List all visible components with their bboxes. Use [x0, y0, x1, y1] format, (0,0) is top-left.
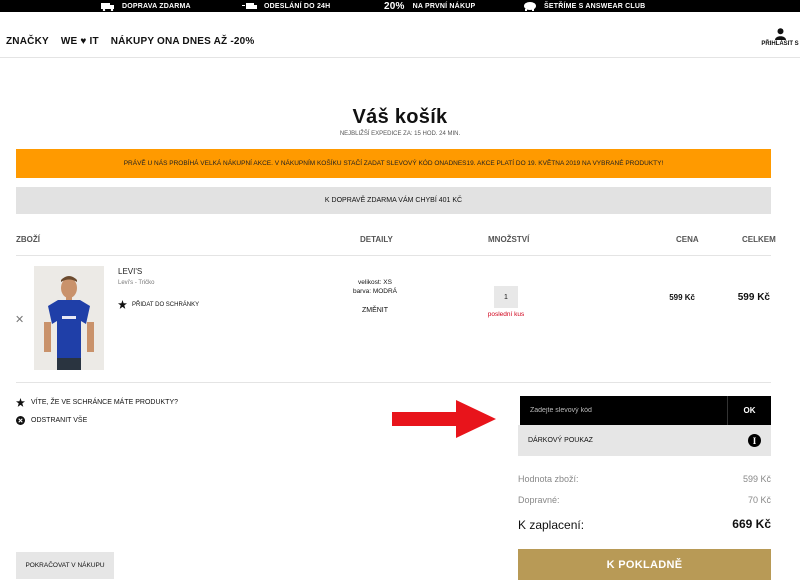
coupon-input[interactable]	[518, 396, 727, 425]
fast-truck-icon	[242, 3, 257, 9]
dispatch-label: Nejbližší expedice za:	[339, 131, 413, 137]
nav-item-brands[interactable]: Značky	[6, 36, 49, 47]
shipping-value: 70 Kč	[747, 495, 771, 505]
remove-item-icon[interactable]: ✕	[15, 313, 24, 326]
checkout-button[interactable]: K pokladně	[518, 549, 771, 580]
total-to-pay-label: K zaplacení:	[518, 518, 585, 532]
gift-voucher-toggle[interactable]: Dárkový poukaz i	[518, 425, 771, 456]
remove-all-button[interactable]: Odstranit vše	[16, 416, 87, 425]
promo-free-shipping: Doprava zdarma	[100, 0, 191, 12]
gift-voucher-label: Dárkový poukaz	[528, 437, 593, 444]
add-to-wishlist-button[interactable]: Přidat do schránky	[118, 300, 199, 309]
dispatch-info: Nejbližší expedice za: 15 hod. 24 min.	[0, 131, 800, 137]
coupon-form: OK	[518, 396, 771, 425]
add-to-wishlist-label: Přidat do schránky	[132, 301, 200, 308]
info-icon[interactable]: i	[748, 434, 761, 447]
piggy-bank-icon	[524, 2, 536, 11]
promo-answear-club: Šetříme s Answear Club	[522, 0, 645, 12]
close-circle-icon	[16, 416, 25, 425]
product-details: velikost: XS barva: MODRÁ	[340, 278, 410, 296]
user-icon	[774, 28, 786, 40]
site-header: Značky We ♥ it Nákupy ona dnes až -20% P…	[0, 12, 800, 58]
continue-shopping-button[interactable]: Pokračovat v nákupu	[16, 552, 114, 579]
wishlist-info-link[interactable]: Víte, že ve schránce máte produkty?	[16, 398, 178, 407]
wishlist-info-label: Víte, že ve schránce máte produkty?	[31, 399, 179, 406]
nav-item-sale[interactable]: Nákupy ona dnes až -20%	[111, 36, 255, 47]
nav-item-we-love-it[interactable]: We ♥ it	[61, 36, 99, 47]
divider	[16, 382, 771, 383]
column-header-details: Detaily	[360, 235, 393, 244]
product-photo	[34, 266, 104, 370]
dispatch-value: 15 hod. 24 min.	[414, 131, 461, 137]
divider	[16, 255, 771, 256]
main-nav: Značky We ♥ it Nákupy ona dnes až -20%	[6, 36, 254, 47]
goods-value: 599 Kč	[742, 474, 771, 484]
item-total: 599 Kč	[737, 292, 770, 303]
column-header-item: Zboží	[16, 235, 40, 244]
column-header-price: Cena	[676, 235, 699, 244]
product-brand[interactable]: LEVI'S	[118, 267, 142, 276]
promo-top-bar: Doprava zdarma Odeslání do 24h 20% na pr…	[0, 0, 800, 12]
product-image[interactable]	[34, 266, 104, 370]
login-button[interactable]: Přihlásit s	[760, 28, 800, 47]
product-size: velikost: XS	[358, 279, 392, 286]
page-title: Váš košík	[352, 106, 448, 128]
product-name[interactable]: Levi's - Tričko	[118, 280, 155, 286]
remove-all-label: Odstranit vše	[31, 417, 88, 424]
promo-banner: Právě u nás probíhá velká nákupní akce. …	[16, 149, 771, 178]
column-header-quantity: Množství	[488, 235, 530, 244]
truck-icon	[101, 3, 114, 11]
arrow-annotation-icon	[392, 400, 496, 438]
coupon-apply-button[interactable]: OK	[727, 396, 771, 425]
promo-first-purchase: 20% na první nákup	[384, 0, 476, 12]
promo-dispatch: Odeslání do 24h	[242, 0, 330, 12]
product-color: barva: MODRÁ	[352, 288, 398, 295]
star-icon	[118, 300, 127, 309]
goods-value-label: Hodnota zboží:	[518, 474, 579, 484]
column-header-total: Celkem	[742, 235, 776, 244]
stock-note: poslední kus	[487, 311, 525, 318]
item-price: 599 Kč	[669, 293, 695, 302]
free-shipping-banner: K dopravě zdarma vám chybí 401 Kč	[16, 187, 771, 214]
total-to-pay-value: 669 Kč	[732, 517, 771, 531]
login-label: Přihlásit s	[761, 41, 799, 47]
change-details-link[interactable]: ZMĚNIT	[340, 307, 410, 314]
shipping-label: Dopravné:	[518, 495, 560, 505]
quantity-selector[interactable]: 1	[494, 286, 518, 308]
star-icon	[16, 398, 25, 407]
